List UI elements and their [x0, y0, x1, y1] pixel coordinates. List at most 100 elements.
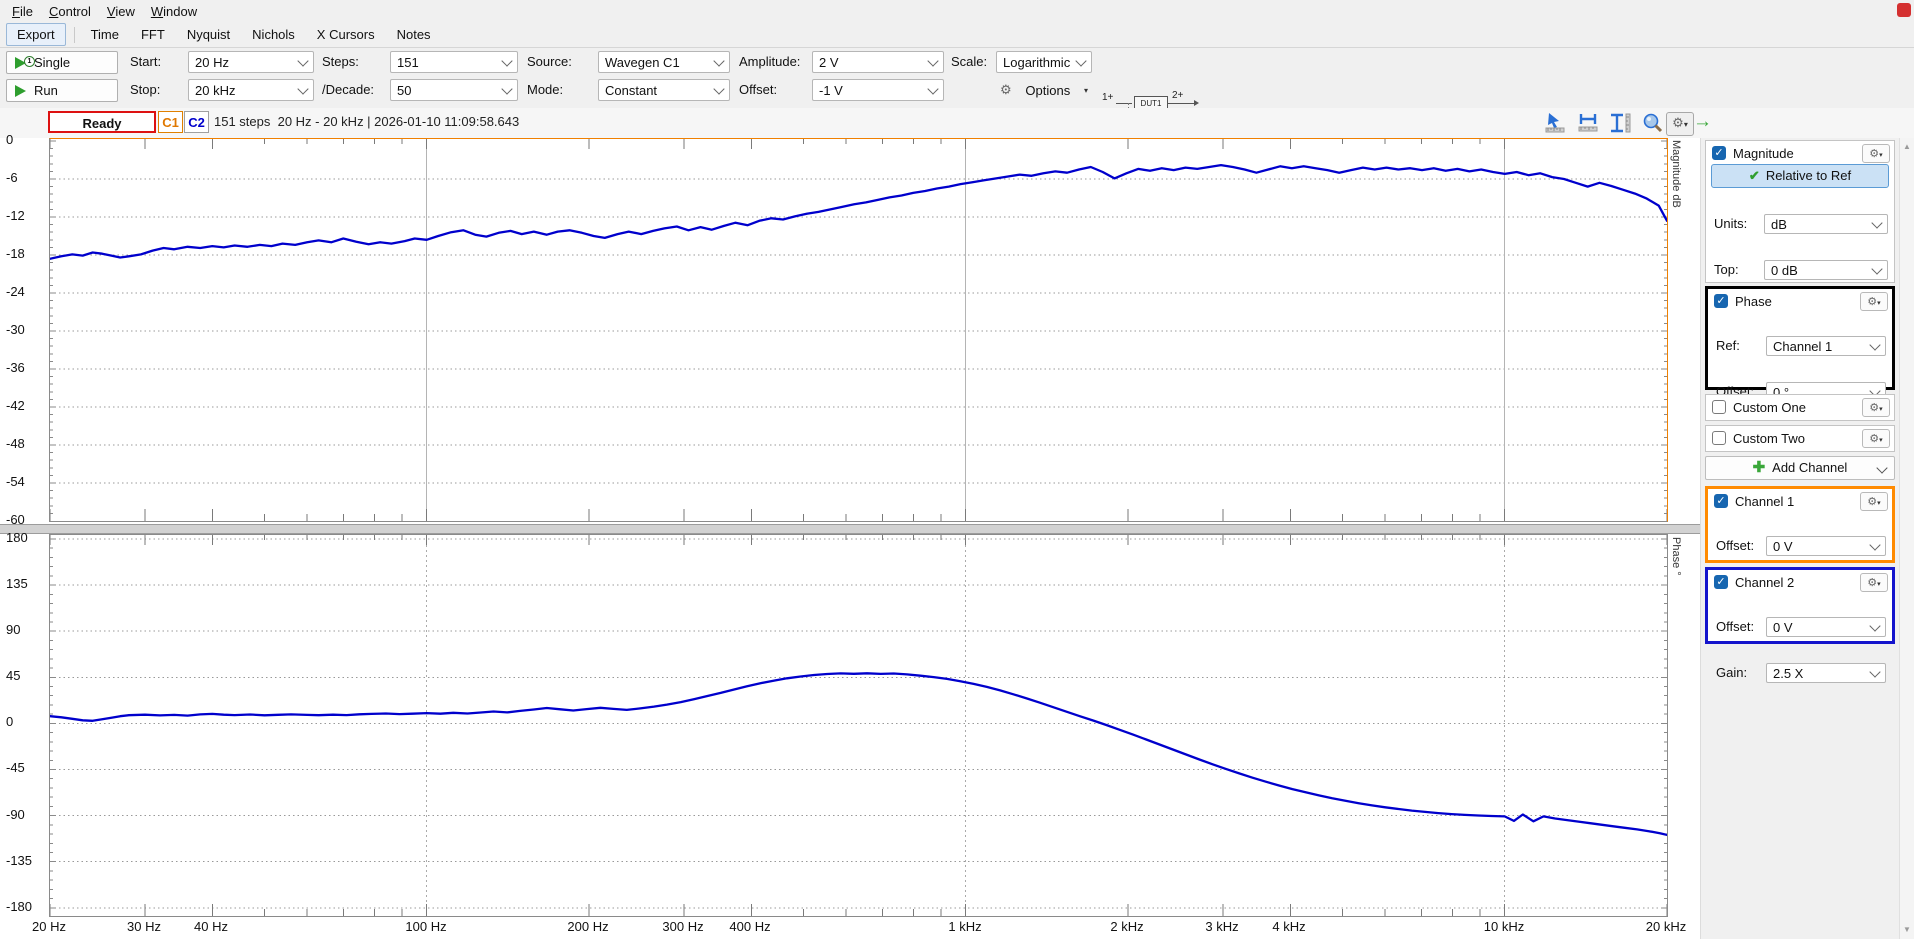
single-button[interactable]: 1 Single [6, 51, 118, 74]
offset-label: Offset: [739, 79, 777, 101]
magnitude-checkbox[interactable]: ✓ [1712, 146, 1726, 160]
phase-panel: ✓ Phase ⚙▾ Ref: Channel 1 Offset: 0 ° Ra… [1705, 286, 1895, 390]
custom-two-gear-button[interactable]: ⚙▾ [1862, 429, 1890, 448]
plot-splitter[interactable] [0, 524, 1700, 534]
mode-select[interactable]: Constant [598, 79, 730, 101]
channel2-gear-button[interactable]: ⚙▾ [1860, 573, 1888, 592]
tab-export[interactable]: Export [6, 23, 66, 46]
vertical-cursors-icon[interactable] [1608, 112, 1634, 134]
run-button[interactable]: Run [6, 79, 118, 102]
chevron-down-icon: ▾ [1879, 406, 1883, 413]
channel2-gain-value: 2.5 X [1773, 666, 1803, 681]
menu-bar: File Control View Window [0, 0, 1914, 22]
export-arrow-icon[interactable]: → [1693, 112, 1719, 134]
stop-select[interactable]: 20 kHz [188, 79, 314, 101]
magnitude-gear-button[interactable]: ⚙▾ [1862, 144, 1890, 163]
menu-view[interactable]: View [99, 2, 143, 21]
scroll-up-icon[interactable]: ▲ [1900, 140, 1914, 154]
wiring-output-label: 2+ [1172, 90, 1183, 101]
single-button-label: Single [34, 55, 70, 70]
menu-window[interactable]: Window [143, 2, 205, 21]
relative-to-ref-button[interactable]: ✔Relative to Ref [1711, 164, 1889, 188]
phase-gear-button[interactable]: ⚙▾ [1860, 292, 1888, 311]
amplitude-select[interactable]: 2 V [812, 51, 944, 73]
phase-tick-label: 135 [6, 576, 28, 592]
ref-label: Ref: [1716, 338, 1740, 353]
channel1-panel: ✓ Channel 1 ⚙▾ Offset: 0 V Gain: 2.5 X [1705, 486, 1895, 563]
phase-panel-title: Phase [1735, 294, 1860, 309]
magnitude-plot[interactable] [49, 138, 1668, 522]
custom-one-gear-button[interactable]: ⚙▾ [1862, 398, 1890, 417]
gear-icon: ⚙ [1867, 496, 1877, 508]
plot-settings-button[interactable]: ⚙▾ [1666, 112, 1694, 136]
steps-select[interactable]: 151 [390, 51, 518, 73]
channel1-gear-button[interactable]: ⚙▾ [1860, 492, 1888, 511]
custom-two-panel: Custom Two ⚙▾ [1705, 425, 1895, 452]
steps-label: Steps: [322, 51, 359, 73]
magnitude-panel: ✓ Magnitude ⚙▾ ✔Relative to Ref Units: d… [1705, 140, 1895, 283]
horizontal-cursors-icon[interactable] [1576, 112, 1602, 134]
phase-tick-label: 45 [6, 668, 20, 684]
source-select[interactable]: Wavegen C1 [598, 51, 730, 73]
zoom-icon[interactable] [1640, 112, 1666, 134]
frequency-tick-label: 100 Hz [405, 919, 446, 934]
chevron-down-icon: ▾ [1879, 437, 1883, 444]
add-channel-label: Add Channel [1772, 460, 1847, 475]
gear-icon: ⚙ [1867, 577, 1877, 589]
magnitude-axis-title: Magnitude dB [1670, 140, 1682, 208]
frequency-tick-label: 2 kHz [1110, 919, 1143, 934]
ref-select[interactable]: Channel 1 [1766, 336, 1886, 356]
app-icon[interactable] [1897, 3, 1911, 17]
phase-tick-label: -135 [6, 853, 32, 869]
phase-checkbox[interactable]: ✓ [1714, 294, 1728, 308]
tab-fft[interactable]: FFT [131, 24, 175, 45]
tab-nyquist[interactable]: Nyquist [177, 24, 240, 45]
status-bar: Ready C1 C2 151 steps 20 Hz - 20 kHz | 2… [0, 108, 1914, 138]
scroll-down-icon[interactable]: ▼ [1900, 923, 1914, 937]
frequency-tick-label: 400 Hz [729, 919, 770, 934]
channel1-offset-select[interactable]: 0 V [1766, 536, 1886, 556]
channel2-offset-select[interactable]: 0 V [1766, 617, 1886, 637]
per-decade-select[interactable]: 50 [390, 79, 518, 101]
custom-two-checkbox[interactable] [1712, 431, 1726, 445]
menu-control[interactable]: Control [41, 2, 99, 21]
scale-select[interactable]: Logarithmic [996, 51, 1092, 73]
chevron-down-icon [713, 55, 724, 66]
gear-icon: ⚙ [1869, 433, 1879, 445]
channel2-checkbox[interactable]: ✓ [1714, 575, 1728, 589]
channel2-gain-select[interactable]: 2.5 X [1766, 663, 1886, 683]
phase-tick-label: -45 [6, 760, 25, 776]
phase-plot[interactable] [49, 534, 1668, 917]
chevron-down-icon [1869, 539, 1880, 550]
plus-icon: ✚ [1753, 459, 1766, 476]
amplitude-label: Amplitude: [739, 51, 800, 73]
channel2-badge[interactable]: C2 [184, 111, 209, 133]
start-select[interactable]: 20 Hz [188, 51, 314, 73]
channel1-checkbox[interactable]: ✓ [1714, 494, 1728, 508]
channel1-badge[interactable]: C1 [158, 111, 183, 133]
magnitude-tick-label: 0 [6, 132, 13, 148]
tab-time[interactable]: Time [81, 24, 129, 45]
tab-notes[interactable]: Notes [387, 24, 441, 45]
options-button[interactable]: ⚙ Options ▾ [996, 79, 1092, 101]
offset-select[interactable]: -1 V [812, 79, 944, 101]
gear-icon: ⚙ [1867, 296, 1877, 308]
tab-x-cursors[interactable]: X Cursors [307, 24, 385, 45]
units-select[interactable]: dB [1764, 214, 1888, 234]
magnitude-tick-label: -42 [6, 398, 25, 414]
channel1-offset-value: 0 V [1773, 539, 1793, 554]
custom-one-panel: Custom One ⚙▾ [1705, 394, 1895, 421]
gear-icon: ⚙ [1869, 402, 1879, 414]
chevron-down-icon [1869, 666, 1880, 677]
toolbar: 1 Single Run Start: 20 Hz Stop: 20 kHz S… [0, 48, 1914, 109]
top-select[interactable]: 0 dB [1764, 260, 1888, 280]
units-label: Units: [1714, 216, 1747, 231]
sidebar-scrollbar[interactable]: ▲ ▼ [1899, 138, 1914, 939]
add-channel-button[interactable]: ✚ Add Channel [1705, 456, 1895, 480]
tab-nichols[interactable]: Nichols [242, 24, 305, 45]
stop-value: 20 kHz [195, 83, 235, 98]
menu-file[interactable]: File [4, 2, 41, 21]
custom-one-checkbox[interactable] [1712, 400, 1726, 414]
pointer-tool-icon[interactable] [1543, 112, 1569, 134]
scale-value: Logarithmic [1003, 55, 1070, 70]
